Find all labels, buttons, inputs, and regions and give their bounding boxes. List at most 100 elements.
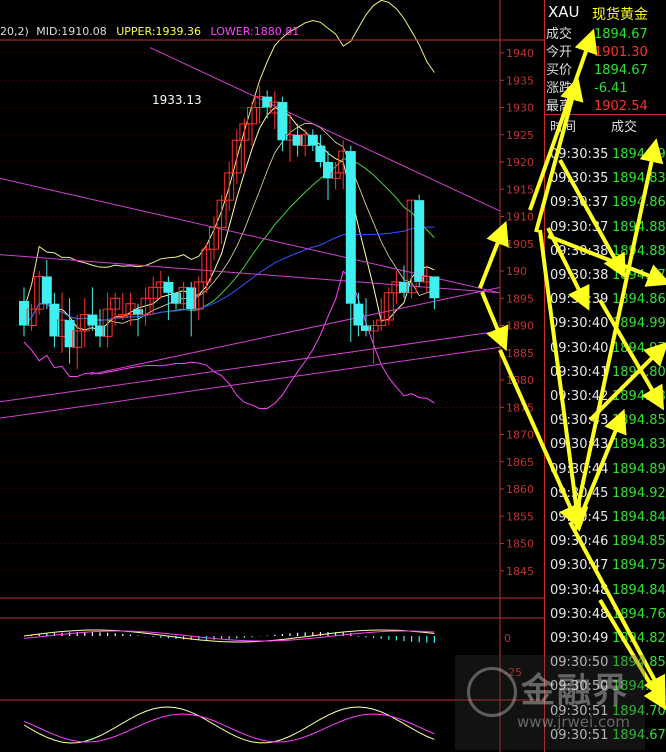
tick-row[interactable]: 09:30:48 1894.76 (545, 603, 666, 627)
tick-price: 1894.92 (612, 485, 666, 501)
axis-tick-label: 1845 (506, 565, 534, 578)
tick-row[interactable]: 09:30:37 1894.88 (545, 216, 666, 240)
quote-header: XAU 现货黄金 成交 1894.67 今开 1901.30 买价 1894.67 涨跌 -6… (544, 0, 666, 114)
axis-tick-label: 1865 (506, 456, 534, 469)
quote-row: 今开 1901.30 (544, 44, 666, 62)
quote-row: 成交 1894.67 (544, 26, 666, 44)
axis-tick-label: 1885 (506, 347, 534, 360)
indicator-mid: MID:1910.08 (36, 25, 106, 38)
trend-line (0, 330, 501, 403)
tick-time: 09:30:51 (550, 703, 609, 719)
tick-time: 09:30:40 (550, 316, 609, 332)
tick-time: 09:30:35 (550, 147, 609, 162)
candle (429, 276, 440, 310)
tick-row[interactable]: 09:30:35 1894.83 (545, 167, 666, 191)
tick-row[interactable]: 09:30:41 1894.80 (545, 361, 666, 385)
tick-row[interactable]: 09:30:44 1894.89 (545, 458, 666, 482)
tick-time: 09:30:40 (550, 340, 609, 356)
tick-price: 1894.83 (612, 171, 666, 187)
tick-price: 1894.83 (612, 437, 666, 453)
quote-value: 1901.30 (594, 45, 648, 60)
tick-price: 1894.88 (612, 389, 666, 404)
tick-time: 09:30:50 (550, 679, 609, 695)
axis-tick-label: 1875 (506, 401, 534, 414)
axis-tick-label: 1940 (506, 47, 534, 60)
axis-tick-label: 1910 (506, 211, 534, 224)
axis-tick-label: 1925 (506, 129, 534, 142)
lower-indicator-panels (23, 629, 435, 744)
tick-price: 1894.97 (612, 340, 666, 356)
tick-list-header: 时间 成交 (545, 114, 666, 141)
tick-time: 09:30:49 (550, 631, 609, 646)
candle (87, 287, 98, 331)
tick-time: 09:30:37 (550, 195, 609, 211)
tick-row[interactable]: 09:30:40 1894.99 (545, 312, 666, 336)
trend-line (0, 177, 501, 294)
tick-price: 1894.77 (612, 679, 666, 695)
symbol-code: XAU (548, 3, 580, 21)
tick-row[interactable]: 09:30:43 1894.83 (545, 433, 666, 457)
tick-row[interactable]: 09:30:48 1894.84 (545, 579, 666, 603)
tick-row[interactable]: 09:30:45 1894.92 (545, 482, 666, 506)
quote-row: 涨跌 -6.41 (544, 80, 666, 98)
axis-tick-label: 190 (506, 265, 527, 278)
candle (277, 96, 288, 152)
tick-price: 1894.88 (612, 219, 666, 235)
tick-price: 1894.84 (612, 510, 666, 525)
tick-row[interactable]: 09:30:50 1894.77 (545, 675, 666, 699)
tick-price: 1894.84 (612, 582, 666, 598)
indicator-lower: LOWER:1880.81 (210, 25, 299, 38)
tick-price: 1894.70 (612, 703, 666, 719)
trend-line (89, 286, 501, 376)
indicator-label: 20,2) MID:1910.08 UPPER:1939.36 LOWER:18… (0, 25, 299, 38)
tick-row[interactable]: 09:30:38 1894.88 (545, 240, 666, 264)
quote-value: 1894.67 (594, 63, 648, 78)
high-annotation: 1933.13 (152, 93, 202, 107)
tick-row[interactable]: 09:30:45 1894.84 (545, 506, 666, 530)
tick-time: 09:30:39 (550, 292, 609, 308)
chart-area: 1940 1935 1930 1925 1920 1915 1910 1905 190 1895 1… (0, 0, 544, 752)
tick-time: 09:30:42 (550, 389, 609, 404)
tick-row[interactable]: 09:30:51 1894.70 (545, 700, 666, 724)
macd-zero-label: 0 (504, 632, 511, 645)
axis-tick-label: 1880 (506, 374, 534, 387)
quote-value: 1894.67 (594, 27, 648, 42)
tick-time: 09:30:46 (550, 534, 609, 550)
tick-time: 09:30:51 (550, 727, 609, 743)
tick-row[interactable]: 09:30:42 1894.88 (545, 385, 666, 409)
grid-layer (0, 52, 500, 572)
tick-row[interactable]: 09:30:40 1894.97 (545, 337, 666, 361)
tick-time: 09:30:41 (550, 364, 609, 380)
bollinger-upper-line (23, 0, 435, 310)
tick-price: 1894.88 (612, 243, 666, 259)
tick-row[interactable]: 09:30:35 1894.79 (545, 143, 666, 167)
tick-price: 1894.86 (612, 292, 666, 308)
tick-time: 09:30:35 (550, 171, 609, 187)
ma-long-line (23, 226, 435, 326)
axis-tick-label: 1870 (506, 429, 534, 442)
tick-row[interactable]: 09:30:49 1894.82 (545, 627, 666, 651)
macd-neg-label: -25 (504, 666, 522, 679)
axis-tick-label: 1905 (506, 238, 534, 251)
tick-price: 1894.76 (612, 606, 666, 622)
tick-row[interactable]: 09:30:39 1894.86 (545, 288, 666, 312)
tick-list[interactable]: 时间 成交 09:30:35 1894.79 09:30:35 1894.83 09:3… (544, 114, 666, 752)
tick-time: 09:30:45 (550, 510, 609, 525)
quote-label: 买价 (546, 63, 573, 78)
candle (414, 194, 425, 288)
ma-short-line (23, 106, 435, 332)
tick-row[interactable]: 09:30:51 1894.67 (545, 724, 666, 748)
tick-row[interactable]: 09:30:46 1894.85 (545, 530, 666, 554)
symbol-name: 现货黄金 (592, 7, 648, 23)
quote-value: -6.41 (594, 81, 628, 96)
kdj-k-line (23, 706, 435, 744)
tick-row[interactable]: 09:30:47 1894.75 (545, 554, 666, 578)
tick-row[interactable]: 09:30:37 1894.86 (545, 191, 666, 215)
tick-row[interactable]: 09:30:50 1894.85 (545, 651, 666, 675)
tick-row[interactable]: 09:30:38 1894.97 (545, 264, 666, 288)
tick-row[interactable]: 09:30:43 1894.85 (545, 409, 666, 433)
tick-time: 09:30:45 (550, 485, 609, 501)
tick-time: 09:30:44 (550, 461, 609, 477)
tick-price: 1894.85 (612, 534, 666, 550)
tick-time: 09:30:38 (550, 243, 609, 259)
